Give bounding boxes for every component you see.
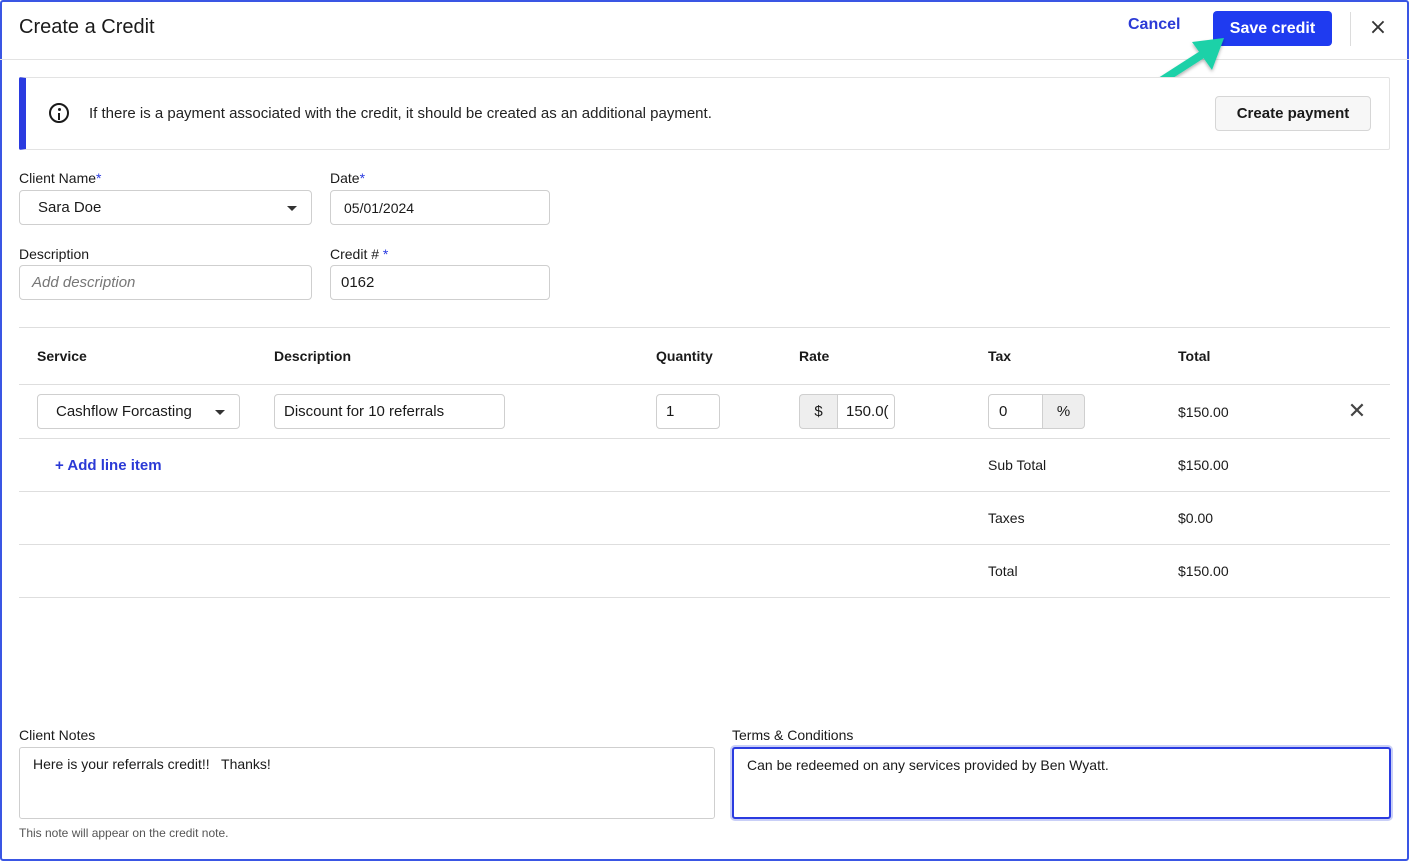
- client-notes-hint: This note will appear on the credit note…: [19, 826, 229, 840]
- total-label: Total: [988, 563, 1018, 579]
- date-label: Date*: [330, 170, 366, 186]
- description-label: Description: [19, 246, 90, 262]
- line-total: $150.00: [1178, 404, 1229, 420]
- client-notes-textarea[interactable]: Here is your referrals credit!! Thanks!: [19, 747, 715, 819]
- subtotal-label: Sub Total: [988, 457, 1047, 473]
- terms-textarea[interactable]: Can be redeemed on any services provided…: [732, 747, 1391, 819]
- column-header-total: Total: [1178, 348, 1211, 364]
- description-input[interactable]: Add description: [19, 265, 312, 300]
- quantity-input[interactable]: 1: [656, 394, 720, 429]
- taxes-label: Taxes: [988, 510, 1025, 526]
- description-placeholder: Add description: [32, 274, 136, 291]
- dialog-title: Create a Credit: [19, 16, 155, 38]
- date-field[interactable]: 05/01/2024: [330, 190, 550, 225]
- service-value: Cashflow Forcasting: [56, 403, 192, 420]
- create-payment-button[interactable]: Create payment: [1215, 96, 1371, 131]
- client-name-label: Client Name*: [19, 170, 102, 186]
- line-description-input[interactable]: Discount for 10 referrals: [274, 394, 505, 429]
- column-header-description: Description: [274, 348, 352, 364]
- currency-prefix: $: [799, 394, 837, 429]
- column-header-quantity: Quantity: [656, 348, 713, 364]
- client-name-select[interactable]: Sara Doe: [19, 190, 312, 225]
- close-icon[interactable]: ×: [1366, 16, 1390, 40]
- chevron-down-icon: [287, 206, 297, 211]
- row-divider: [19, 438, 1390, 439]
- tax-value: 0: [999, 403, 1008, 420]
- column-header-rate: Rate: [799, 348, 830, 364]
- tax-input[interactable]: 0: [988, 394, 1043, 429]
- rate-value: 150.0(: [846, 403, 889, 420]
- client-name-value: Sara Doe: [38, 199, 102, 216]
- credit-number-label: Credit # *: [330, 246, 389, 262]
- column-header-service: Service: [37, 348, 87, 364]
- taxes-value: $0.00: [1178, 510, 1214, 526]
- table-top-divider: [19, 327, 1390, 328]
- chevron-down-icon: [215, 410, 225, 415]
- total-divider: [19, 597, 1390, 598]
- taxes-divider: [19, 544, 1390, 545]
- credit-number-value: 0162: [341, 274, 375, 291]
- line-description-value: Discount for 10 referrals: [284, 403, 445, 420]
- service-select[interactable]: Cashflow Forcasting: [37, 394, 240, 429]
- credit-number-input[interactable]: 0162: [330, 265, 550, 300]
- info-banner: If there is a payment associated with th…: [19, 77, 1390, 150]
- total-value: $150.00: [1178, 563, 1229, 579]
- subtotal-value: $150.00: [1178, 457, 1229, 473]
- delete-row-icon[interactable]: ✕: [1344, 399, 1370, 425]
- table-header-divider: [19, 384, 1390, 385]
- banner-text: If there is a payment associated with th…: [89, 105, 712, 122]
- header-divider: [1350, 12, 1351, 46]
- terms-label: Terms & Conditions: [732, 727, 854, 743]
- add-line-item-link[interactable]: + Add line item: [55, 457, 162, 474]
- rate-input[interactable]: 150.0(: [837, 394, 895, 429]
- subtotal-divider: [19, 491, 1390, 492]
- percent-suffix: %: [1042, 394, 1085, 429]
- date-value: 05/01/2024: [344, 199, 415, 216]
- client-notes-label: Client Notes: [19, 727, 96, 743]
- info-icon: [49, 103, 69, 123]
- quantity-value: 1: [666, 403, 675, 420]
- column-header-tax: Tax: [988, 348, 1012, 364]
